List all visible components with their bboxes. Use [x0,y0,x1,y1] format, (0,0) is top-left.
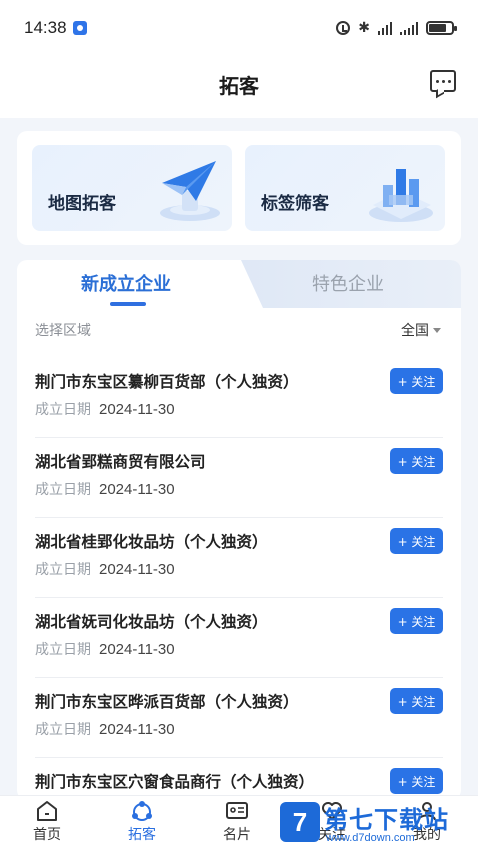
date-value: 2024-11-30 [99,401,175,418]
watermark-url: www.d7down.com [326,832,415,844]
follow-button[interactable]: + 关注 [390,528,443,554]
company-name: 荆门市东宝区纂柳百货部（个人独资） [35,373,299,391]
date-label: 成立日期 [35,402,91,418]
date-value: 2024-11-30 [99,561,175,578]
company-date: 成立日期 2024-11-30 [35,719,175,739]
message-icon[interactable] [430,70,456,92]
region-label: 选择区域 [35,323,91,339]
company-name: 荆门市东宝区晔派百货部（个人独资） [35,693,299,711]
company-name: 湖北省桂郢化妆品坊（个人独资） [35,533,268,551]
company-date: 成立日期 2024-11-30 [35,639,175,659]
company-date: 成立日期 2024-11-30 [35,559,175,579]
nav-home[interactable]: 首页 [17,800,77,844]
tab-bar: 新成立企业 特色企业 [17,260,461,308]
watermark: 7 第七下载站 www.d7down.com [280,800,475,850]
tag-filter-button[interactable]: 标签筛客 [245,145,445,231]
list-item[interactable]: 湖北省郢糕商贸有限公司 成立日期 2024-11-30 + 关注 [17,438,461,518]
region-select[interactable]: 全国 [401,320,441,340]
tab-featured-companies[interactable]: 特色企业 [312,270,384,296]
home-icon [37,801,57,821]
caret-down-icon [433,327,441,333]
company-name: 湖北省郢糕商贸有限公司 [35,453,206,471]
date-value: 2024-11-30 [99,721,175,738]
company-date: 成立日期 2024-11-30 [35,479,175,499]
list-item[interactable]: 荆门市东宝区晔派百货部（个人独资） 成立日期 2024-11-30 + 关注 [17,678,461,758]
map-prospect-label: 地图拓客 [48,194,116,214]
app-notification-icon [72,21,87,35]
company-name: 湖北省妩司化妆品坊（个人独资） [35,613,268,631]
date-label: 成立日期 [35,562,91,578]
follow-button[interactable]: + 关注 [390,448,443,474]
battery-icon [426,21,457,35]
date-value: 2024-11-30 [99,641,175,658]
alarm-icon [336,21,351,35]
bluetooth-icon: ✱ [358,20,370,36]
card-icon [226,802,248,819]
list-item[interactable]: 荆门市东宝区穴窗食品商行（个人独资） + 关注 [17,758,461,800]
company-name: 荆门市东宝区穴窗食品商行（个人独资） [35,773,315,791]
map-prospect-button[interactable]: 地图拓客 [32,145,232,231]
follow-button[interactable]: + 关注 [390,768,443,794]
region-row: 选择区域 全国 [17,318,461,342]
bar-chart-illustration [369,169,433,222]
signal-icon [378,21,392,35]
follow-button[interactable]: + 关注 [390,688,443,714]
follow-button[interactable]: + 关注 [390,608,443,634]
signal-icon-2 [400,21,418,35]
date-value: 2024-11-30 [99,481,175,498]
company-list-card: 新成立企业 特色企业 选择区域 全国 荆门市东宝区纂柳百货部（个人独资） 成立日… [17,260,461,800]
tab-new-companies[interactable]: 新成立企业 [81,270,171,296]
follow-button[interactable]: + 关注 [390,368,443,394]
status-time: 14:38 [24,18,67,37]
watermark-logo: 7 [280,802,320,842]
tag-filter-label: 标签筛客 [261,194,329,214]
list-item[interactable]: 湖北省桂郢化妆品坊（个人独资） 成立日期 2024-11-30 + 关注 [17,518,461,598]
watermark-text: 第七下载站 [324,806,449,834]
date-label: 成立日期 [35,722,91,738]
nav-card[interactable]: 名片 [207,800,267,844]
header: 拓客 [0,56,478,118]
region-value: 全国 [401,323,429,339]
tools-card: 地图拓客 标签筛客 [17,131,461,245]
list-item[interactable]: 湖北省妩司化妆品坊（个人独资） 成立日期 2024-11-30 + 关注 [17,598,461,678]
company-date: 成立日期 2024-11-30 [35,399,175,419]
date-label: 成立日期 [35,642,91,658]
tab-underline [110,302,146,306]
status-bar: 14:38 ✱ [0,0,478,56]
page-title: 拓客 [219,74,259,98]
list-item[interactable]: 荆门市东宝区纂柳百货部（个人独资） 成立日期 2024-11-30 + 关注 [17,358,461,438]
prospect-icon [132,801,152,821]
date-label: 成立日期 [35,482,91,498]
nav-prospect[interactable]: 拓客 [112,800,172,844]
paper-plane-illustration [160,161,220,221]
